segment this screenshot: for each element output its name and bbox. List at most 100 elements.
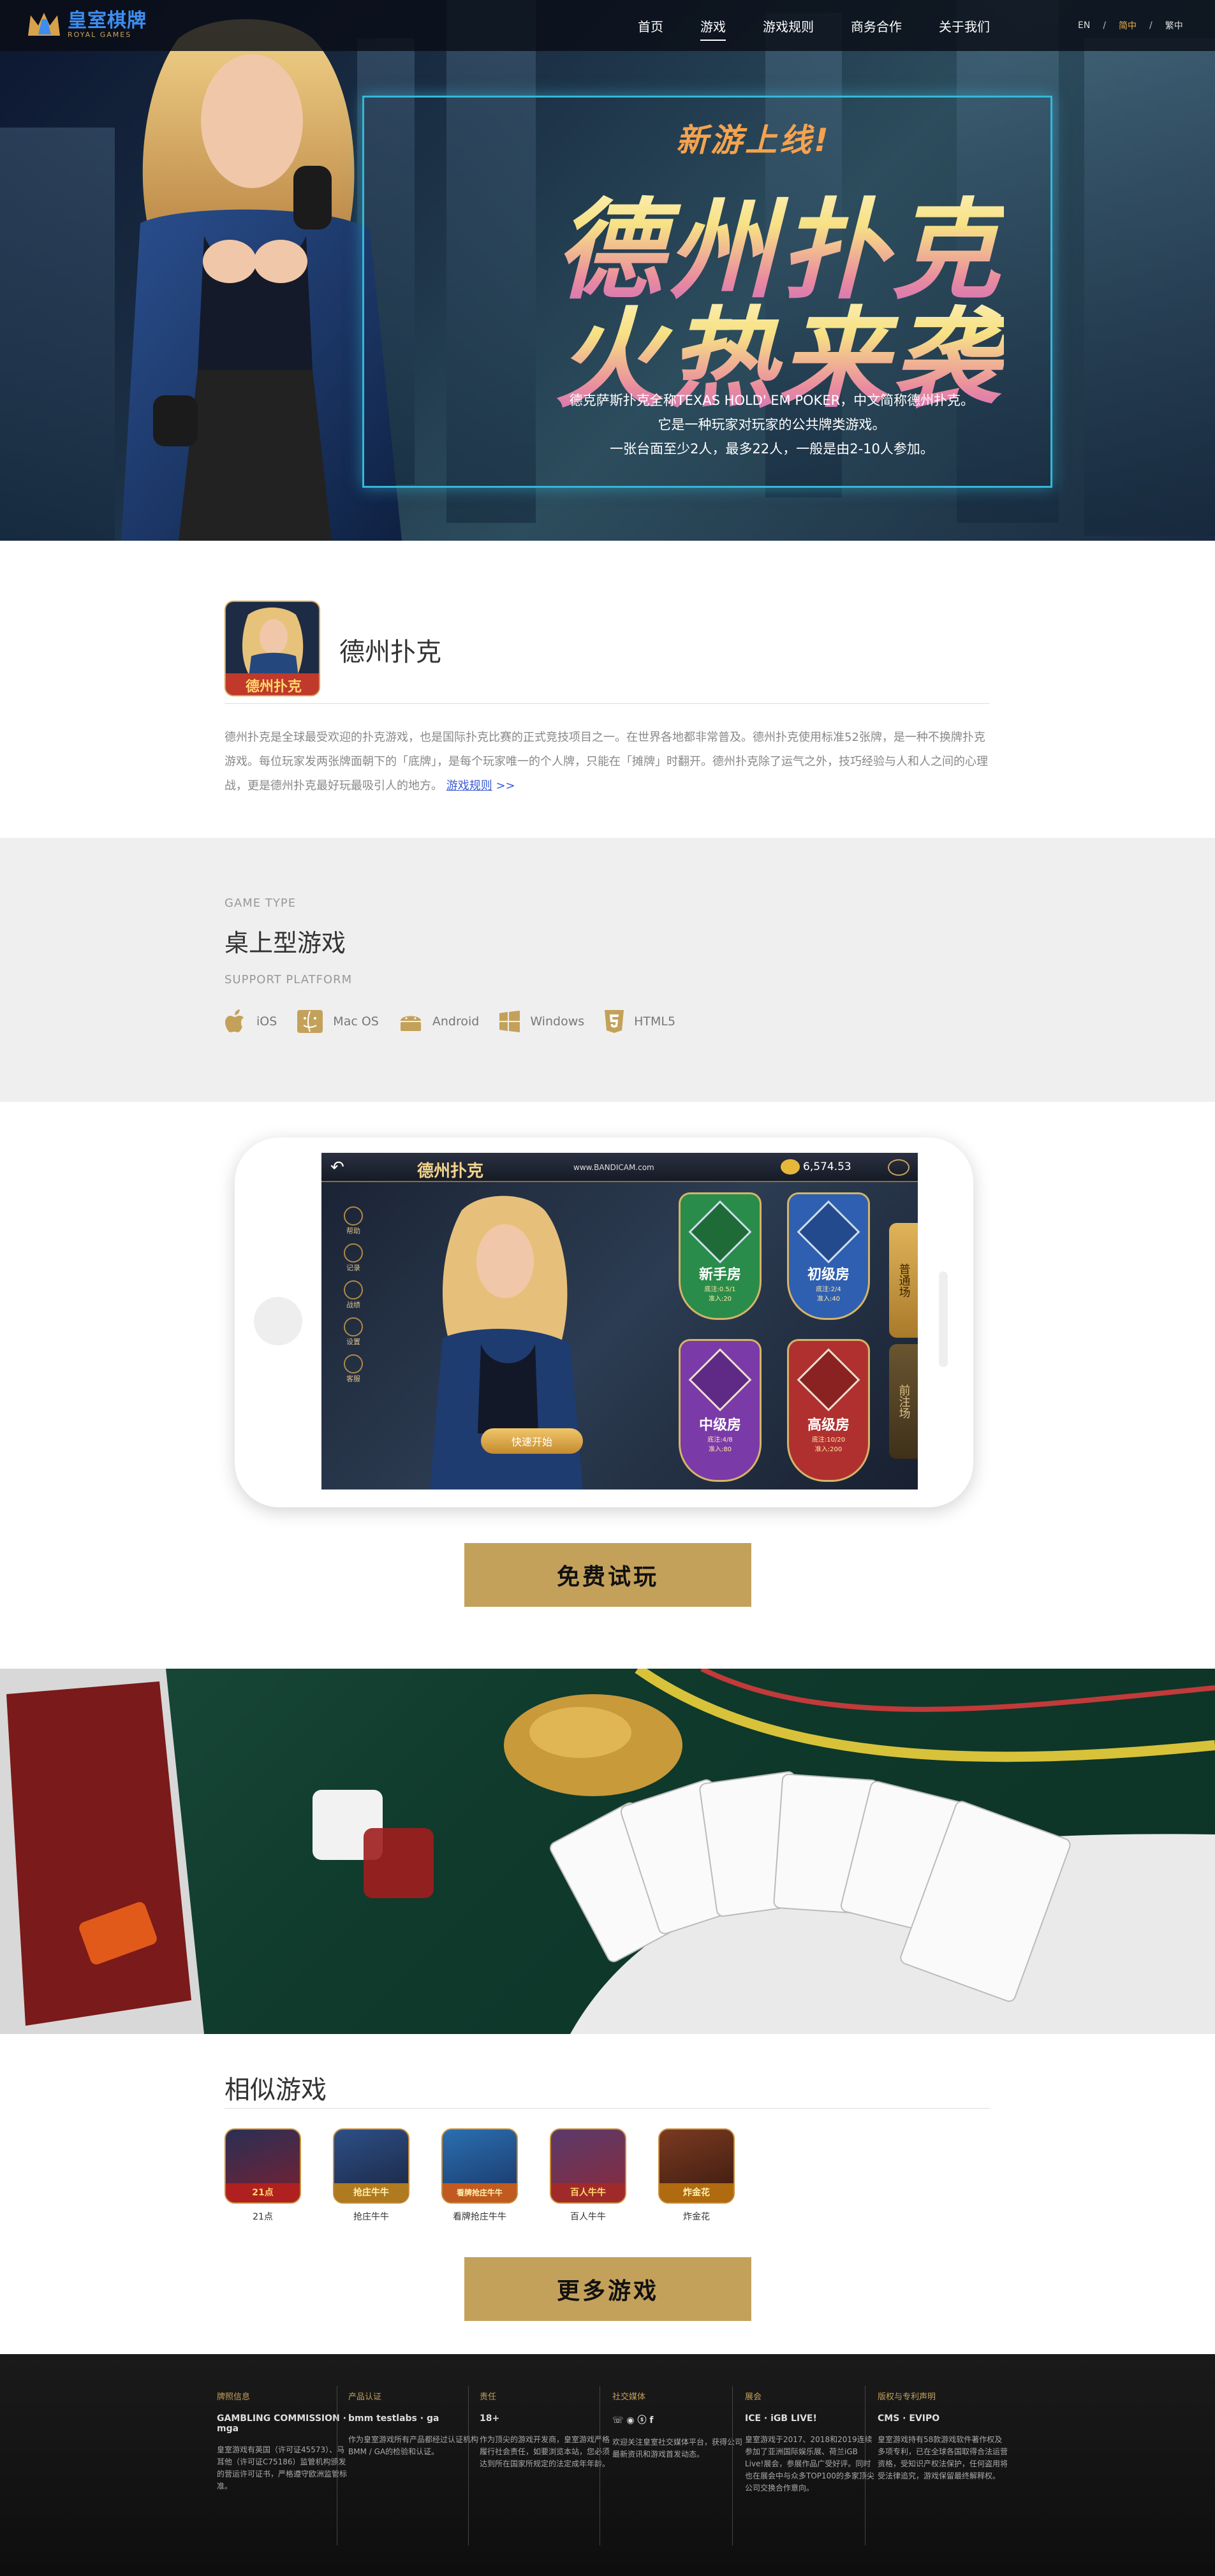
back-arrow-icon[interactable]: ↶ <box>330 1158 344 1177</box>
similar-game-label: 21点 <box>253 2212 273 2222</box>
room-card[interactable]: 高级房 底注:10/20 准入:200 <box>787 1339 870 1482</box>
footer-responsibility: 责任 18+ 作为顶尖的游戏开发商，皇室游戏严格履行社会责任，如要浏览本站，您必… <box>480 2390 610 2470</box>
phone-home-button <box>254 1297 302 1345</box>
footer-col-title: 责任 <box>480 2392 497 2402</box>
footer-exhibitions: 展会 ICE · iGB LIVE! 皇室游戏于2017、2018和2019连续… <box>745 2390 876 2494</box>
side-menu-item[interactable]: 设置 <box>341 1317 366 1354</box>
similar-game[interactable]: 21点 21点 <box>225 2128 301 2223</box>
mac-finder-icon <box>297 1010 323 1033</box>
nav-home[interactable]: 首页 <box>638 17 663 35</box>
age-18-icon: 18+ <box>480 2413 500 2424</box>
platform-html5: HTML5 <box>603 1009 675 1034</box>
phone-speaker <box>939 1271 948 1367</box>
game-title: 德州扑克 <box>339 638 441 667</box>
hero-banner: 新游上线! 德州扑克 火热来袭 德克萨斯扑克全称TEXAS HOLD' EM P… <box>0 0 1215 541</box>
footer-col-title: 产品认证 <box>348 2392 382 2402</box>
footer-divider <box>732 2386 733 2545</box>
game-description-text: 德州扑克是全球最受欢迎的扑克游戏，也是国际扑克比赛的正式竞技项目之一。在世界各地… <box>225 731 988 793</box>
platform-label: SUPPORT PLATFORM <box>225 973 353 986</box>
platform-name: iOS <box>256 1014 277 1028</box>
lang-separator: / <box>1149 20 1152 31</box>
lang-en[interactable]: EN <box>1078 20 1090 31</box>
side-menu-item[interactable]: 帮助 <box>341 1206 366 1243</box>
lang-zh-hant[interactable]: 繁中 <box>1165 19 1183 32</box>
similar-game-label: 炸金花 <box>683 2212 710 2222</box>
similar-games-title: 相似游戏 <box>225 2075 327 2105</box>
quick-start-button[interactable]: 快速开始 <box>481 1428 583 1454</box>
nav-game-rules[interactable]: 游戏规则 <box>763 17 814 35</box>
footer-col-title: 社交媒体 <box>612 2392 646 2402</box>
logo-text-en: ROYAL GAMES <box>68 31 132 39</box>
tab-ante[interactable]: 前注场 <box>889 1344 918 1459</box>
divider <box>225 2108 990 2109</box>
screenshot-watermark: www.BANDICAM.com <box>573 1163 654 1172</box>
footer-col-title: 展会 <box>745 2392 762 2402</box>
similar-game-label: 百人牛牛 <box>570 2212 606 2222</box>
platform-windows: Windows <box>498 1010 584 1033</box>
side-menu-item[interactable]: 战绩 <box>341 1280 366 1317</box>
game-type-label: GAME TYPE <box>225 896 297 910</box>
divider <box>225 703 990 704</box>
platform-macos: Mac OS <box>296 1009 379 1034</box>
footer-col-text: 欢迎关注皇室社交媒体平台，获得公司最新资讯和游戏首发动态。 <box>612 2438 743 2459</box>
footer-col-title: 牌照信息 <box>217 2392 251 2402</box>
game-screenshot: ↶ 德州扑克 www.BANDICAM.com 6,574.53 帮助 记录 战… <box>321 1153 918 1489</box>
platform-name: Windows <box>530 1014 585 1028</box>
lang-separator: / <box>1103 20 1107 31</box>
language-switcher: EN / 简中 / 繁中 <box>1078 0 1183 51</box>
tab-normal[interactable]: 普通场 <box>889 1223 918 1338</box>
game-type-value: 桌上型游戏 <box>225 929 346 957</box>
similar-game-icon: 百人牛牛 <box>550 2128 626 2204</box>
platform-name: HTML5 <box>634 1014 676 1028</box>
similar-game-label: 看牌抢庄牛牛 <box>453 2212 506 2222</box>
more-games-button[interactable]: 更多游戏 <box>464 2257 751 2321</box>
footer-copyright: 版权与专利声明 CMS · EVIPO 皇室游戏持有58款游戏软件著作权及多项专… <box>878 2390 1008 2482</box>
android-icon <box>400 1016 421 1031</box>
game-icon: 德州扑克 <box>225 601 320 696</box>
side-menu: 帮助 记录 战绩 设置 客服 <box>341 1206 366 1391</box>
phone-mockup: ↶ 德州扑克 www.BANDICAM.com 6,574.53 帮助 记录 战… <box>235 1138 973 1507</box>
footer-col-text: 作为顶尖的游戏开发商，皇室游戏严格履行社会责任，如要浏览本站，您必须达到所在国家… <box>480 2435 610 2468</box>
free-trial-button[interactable]: 免费试玩 <box>464 1543 751 1607</box>
footer-license: 牌照信息 GAMBLING COMMISSION · mga 皇室游戏有英国（许… <box>217 2390 348 2492</box>
game-rules-link[interactable]: 游戏规则 <box>446 779 492 793</box>
top-header: 皇室棋牌 ROYAL GAMES 首页 游戏 游戏规则 商务合作 关于我们 EN… <box>0 0 1215 51</box>
similar-game-icon: 抢庄牛牛 <box>333 2128 409 2204</box>
social-media-icons[interactable]: ☏ ◉ ⓢ f <box>612 2413 743 2426</box>
nav-business[interactable]: 商务合作 <box>851 17 902 35</box>
site-logo[interactable]: 皇室棋牌 ROYAL GAMES <box>26 9 166 42</box>
screenshot-title: 德州扑克 <box>417 1162 484 1181</box>
game-type-section <box>0 838 1215 1102</box>
room-name: 中级房 <box>698 1417 741 1433</box>
room-card[interactable]: 初级房 底注:2/4 准入:40 <box>787 1192 870 1320</box>
platform-name: Mac OS <box>333 1014 379 1028</box>
logo-text-cn: 皇室棋牌 <box>68 10 147 32</box>
platform-name: Android <box>432 1014 480 1028</box>
footer-divider <box>468 2386 469 2545</box>
side-menu-item[interactable]: 记录 <box>341 1243 366 1280</box>
room-card[interactable]: 新手房 底注:0.5/1 准入:20 <box>679 1192 762 1320</box>
copyright-logos: CMS · EVIPO <box>878 2413 940 2424</box>
room-card[interactable]: 中级房 底注:4/8 准入:80 <box>679 1339 762 1482</box>
casino-table-illustration <box>0 1669 1215 2034</box>
similar-game[interactable]: 百人牛牛 百人牛牛 <box>550 2128 626 2223</box>
footer-certification: 产品认证 bmm testlabs · ga 作为皇室游戏所有产品都经过认证机构… <box>348 2390 479 2458</box>
license-logos: GAMBLING COMMISSION · mga <box>217 2413 346 2434</box>
similar-game-icon: 看牌抢庄牛牛 <box>441 2128 518 2204</box>
main-nav: 首页 游戏 游戏规则 商务合作 关于我们 <box>638 0 1027 51</box>
similar-game[interactable]: 看牌抢庄牛牛 看牌抢庄牛牛 <box>441 2128 518 2223</box>
hero-desc-line: 一张台面至少2人，最多22人，一般是由2-10人参加。 <box>610 441 934 457</box>
similar-game[interactable]: 炸金花 炸金花 <box>658 2128 735 2223</box>
coin-icon <box>781 1159 800 1175</box>
room-name: 新手房 <box>698 1267 741 1283</box>
nav-about[interactable]: 关于我们 <box>939 17 990 35</box>
side-menu-item[interactable]: 客服 <box>341 1354 366 1391</box>
hero-desc-line: 德克萨斯扑克全称TEXAS HOLD' EM POKER，中文简称德州扑克。 <box>569 393 975 408</box>
nav-games[interactable]: 游戏 <box>700 17 726 41</box>
similar-game[interactable]: 抢庄牛牛 抢庄牛牛 <box>333 2128 409 2223</box>
game-rules-arrow[interactable]: >> <box>496 779 515 793</box>
game-icon-label: 德州扑克 <box>246 678 302 695</box>
lang-zh-hans[interactable]: 简中 <box>1119 19 1137 32</box>
room-name: 初级房 <box>807 1267 850 1283</box>
platform-android: Android <box>398 1011 479 1032</box>
